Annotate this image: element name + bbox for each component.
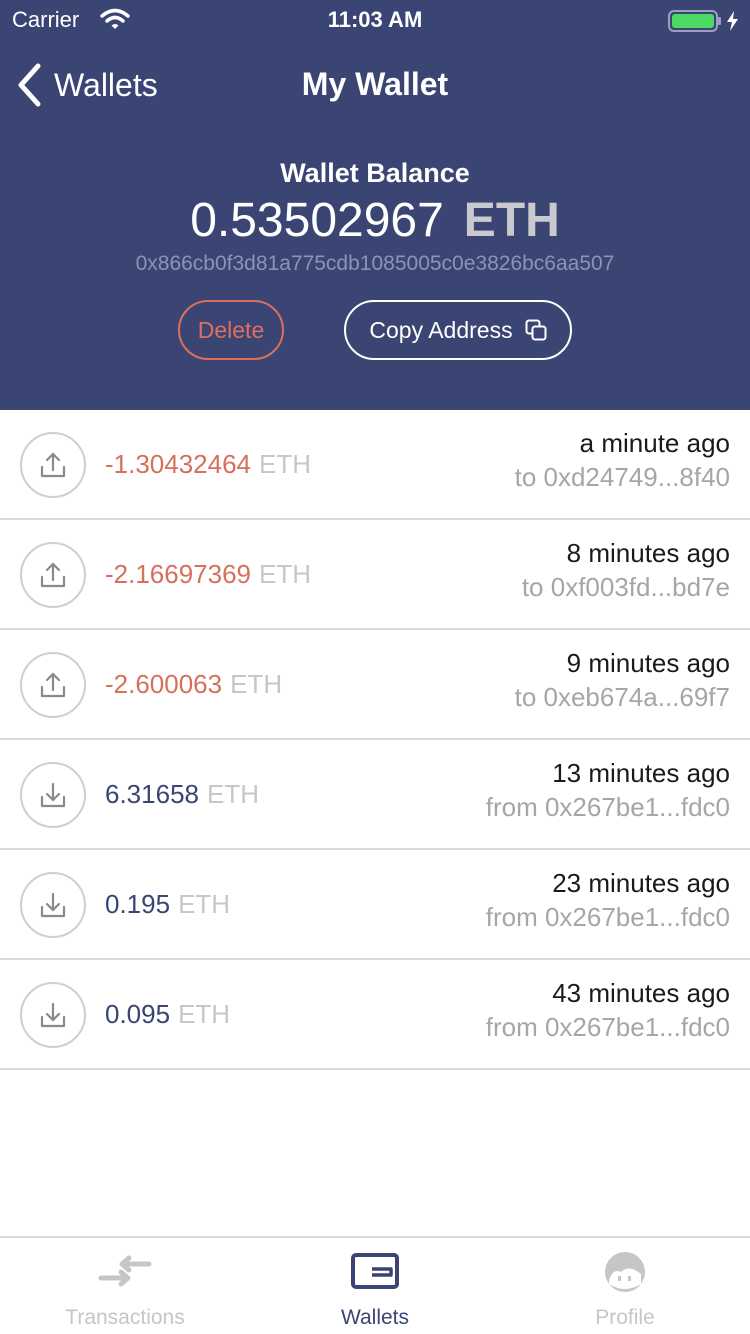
delete-label: Delete	[197, 316, 265, 343]
transaction-counterparty: from 0x267be1...fdc0	[485, 1012, 730, 1042]
transaction-time: 43 minutes ago	[552, 978, 730, 1008]
transaction-amount: 6.31658 ETH	[105, 775, 259, 813]
balance-label: Wallet Balance	[280, 158, 470, 188]
tab-transactions[interactable]: Transactions	[0, 1238, 250, 1334]
amount-unit: ETH	[259, 559, 312, 589]
transfer-arrows-icon	[0, 1250, 250, 1292]
wallet-address: 0x866cb0f3d81a775cdb1085005c0e3826bc6aa5…	[135, 252, 615, 275]
amount-value: -1.30432464	[105, 449, 252, 479]
tab-bar: Transactions Wallets Profile	[0, 1236, 750, 1334]
download-icon	[20, 982, 86, 1048]
battery-icon	[668, 9, 744, 38]
transaction-counterparty: from 0x267be1...fdc0	[485, 902, 730, 932]
transaction-row[interactable]: -2.16697369 ETH 8 minutes ago to 0xf003fd..…	[0, 520, 750, 630]
amount-value: 0.195	[105, 889, 171, 919]
transaction-amount: -1.30432464 ETH	[105, 445, 311, 483]
upload-icon	[20, 432, 86, 498]
profile-icon	[500, 1250, 750, 1294]
transaction-row[interactable]: 6.31658 ETH 13 minutes ago from 0x267be1...…	[0, 740, 750, 850]
amount-unit: ETH	[178, 999, 231, 1029]
page-title: My Wallet	[301, 66, 449, 102]
nav-bar: Wallets My Wallet	[0, 50, 750, 120]
delete-button[interactable]: Delete	[178, 300, 284, 360]
transaction-row[interactable]: -2.600063 ETH 9 minutes ago to 0xeb674a...6…	[0, 630, 750, 740]
transaction-time: 13 minutes ago	[552, 758, 730, 788]
transaction-amount: 0.095 ETH	[105, 995, 230, 1033]
amount-unit: ETH	[259, 449, 312, 479]
tab-profile[interactable]: Profile	[500, 1238, 750, 1334]
download-icon	[20, 762, 86, 828]
upload-icon	[20, 652, 86, 718]
status-time: 11:03 AM	[327, 7, 423, 32]
copy-icon	[525, 319, 547, 341]
tab-transactions-label: Transactions	[65, 1306, 185, 1329]
balance-value: 0.53502967	[190, 194, 444, 247]
tab-wallets[interactable]: Wallets	[250, 1238, 500, 1334]
transaction-counterparty: to 0xf003fd...bd7e	[521, 572, 730, 602]
amount-value: 0.095	[105, 999, 171, 1029]
amount-value: 6.31658	[105, 779, 199, 809]
transaction-row[interactable]: -1.30432464 ETH a minute ago to 0xd24749...…	[0, 410, 750, 520]
copy-address-label: Copy Address	[369, 316, 513, 343]
transaction-amount: -2.600063 ETH	[105, 665, 282, 703]
tab-profile-label: Profile	[595, 1306, 655, 1329]
transaction-counterparty: to 0xd24749...8f40	[514, 462, 730, 492]
balance-row: 0.53502967 ETH	[0, 192, 750, 250]
transaction-time: a minute ago	[579, 428, 730, 458]
download-icon	[20, 872, 86, 938]
transaction-amount: -2.16697369 ETH	[105, 555, 311, 593]
transaction-counterparty: to 0xeb674a...69f7	[514, 682, 730, 712]
upload-icon	[20, 542, 86, 608]
transaction-list: -1.30432464 ETH a minute ago to 0xd24749...…	[0, 410, 750, 1070]
amount-unit: ETH	[206, 779, 259, 809]
amount-unit: ETH	[230, 669, 283, 699]
copy-address-button[interactable]: Copy Address	[344, 300, 572, 360]
amount-value: -2.16697369	[105, 559, 252, 589]
transaction-row[interactable]: 0.195 ETH 23 minutes ago from 0x267be1...fd…	[0, 850, 750, 960]
balance-unit: ETH	[463, 194, 560, 247]
transaction-row[interactable]: 0.095 ETH 43 minutes ago from 0x267be1...fd…	[0, 960, 750, 1070]
transaction-time: 9 minutes ago	[566, 648, 730, 678]
status-bar: Carrier 11:03 AM	[0, 0, 750, 40]
transaction-time: 23 minutes ago	[552, 868, 730, 898]
transaction-counterparty: from 0x267be1...fdc0	[485, 792, 730, 822]
transaction-amount: 0.195 ETH	[105, 885, 230, 923]
wallet-icon	[250, 1250, 500, 1292]
wallet-header: Carrier 11:03 AM Wallets My Wallet Walle…	[0, 0, 750, 410]
tab-wallets-label: Wallets	[340, 1306, 410, 1329]
amount-unit: ETH	[178, 889, 231, 919]
transaction-time: 8 minutes ago	[566, 538, 730, 568]
amount-value: -2.600063	[105, 669, 223, 699]
